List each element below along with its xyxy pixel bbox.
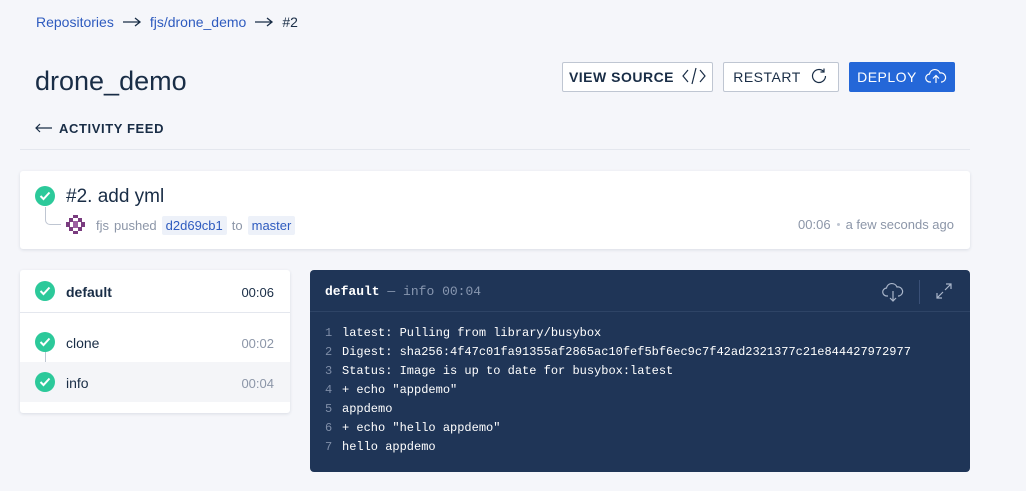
log-line: 2 Digest: sha256:4f47c01fa91355af2865ac10… <box>325 343 911 362</box>
build-when: a few seconds ago <box>845 217 954 232</box>
divider <box>20 149 970 150</box>
page-title: drone_demo <box>35 66 187 96</box>
log-stage-name: default <box>325 284 380 299</box>
activity-feed-label: ACTIVITY FEED <box>59 121 165 136</box>
log-line-number: 5 <box>325 402 333 416</box>
breadcrumb: Repositories fjs/drone_demo #2 <box>36 14 298 30</box>
branch-tag[interactable]: master <box>247 216 296 235</box>
log-line: 5 appdemo <box>325 400 911 419</box>
expand-icon[interactable] <box>935 282 953 305</box>
download-cloud-icon[interactable] <box>882 281 904 308</box>
build-title: #2. add yml <box>66 186 165 207</box>
log-line-text: + echo "hello appdemo" <box>342 421 501 435</box>
build-card <box>20 171 970 249</box>
activity-feed-back-link[interactable]: ACTIVITY FEED <box>35 121 164 136</box>
step-row-info[interactable]: info 00:04 <box>20 362 290 402</box>
log-line-text: appdemo <box>342 402 393 416</box>
build-meta: fjs pushed d2d69cb1 to master <box>96 216 296 235</box>
avatar-icon <box>66 215 85 234</box>
log-step-name: info <box>403 284 435 299</box>
commit-tag[interactable]: d2d69cb1 <box>161 216 227 235</box>
log-line-number: 7 <box>325 440 333 454</box>
log-line: 4 + echo "appdemo" <box>325 381 911 400</box>
log-duration: 00:04 <box>442 284 482 299</box>
log-line-number: 6 <box>325 421 333 435</box>
step-duration: 00:02 <box>241 336 274 351</box>
step-duration: 00:04 <box>241 376 274 391</box>
arrow-left-icon <box>35 121 53 136</box>
cloud-upload-icon <box>925 68 947 87</box>
log-line: 1 latest: Pulling from library/busybox <box>325 324 911 343</box>
log-line-text: Digest: sha256:4f47c01fa91355af2865ac10f… <box>342 345 911 359</box>
breadcrumb-repo-link[interactable]: fjs/drone_demo <box>150 14 247 30</box>
arrow-right-icon <box>254 17 274 27</box>
restart-button[interactable]: RESTART <box>723 62 839 92</box>
build-duration: 00:06 <box>798 217 831 232</box>
separator-dot <box>836 223 840 226</box>
restart-label: RESTART <box>733 69 801 85</box>
view-source-button[interactable]: VIEW SOURCE <box>562 62 713 92</box>
build-to: to <box>231 218 243 233</box>
log-line-text: + echo "appdemo" <box>342 383 458 397</box>
code-icon <box>682 67 706 88</box>
check-icon <box>35 332 55 352</box>
refresh-icon <box>809 66 829 89</box>
build-action: pushed <box>114 218 157 233</box>
stage-name: default <box>66 284 112 300</box>
log-dash: — <box>387 284 396 299</box>
deploy-label: DEPLOY <box>857 69 917 85</box>
log-line-number: 4 <box>325 383 333 397</box>
breadcrumb-current: #2 <box>282 14 298 30</box>
check-icon <box>35 186 55 206</box>
view-source-label: VIEW SOURCE <box>568 69 675 85</box>
log-header-separator <box>919 280 920 304</box>
log-line-text: Status: Image is up to date for busybox:… <box>342 364 674 378</box>
log-line: 3 Status: Image is up to date for busybox… <box>325 362 911 381</box>
log-output: 1 latest: Pulling from library/busybox 2D… <box>325 324 911 457</box>
build-author: fjs <box>96 218 109 233</box>
stage-duration: 00:06 <box>241 285 274 300</box>
log-line-number: 1 <box>325 326 333 340</box>
deploy-button[interactable]: DEPLOY <box>849 62 955 92</box>
build-connector <box>45 207 61 225</box>
step-name: clone <box>66 335 100 351</box>
log-line: 6 + echo "hello appdemo" <box>325 419 911 438</box>
log-line-text: latest: Pulling from library/busybox <box>342 326 602 340</box>
log-line-text: hello appdemo <box>342 440 436 454</box>
log-title: default — info 00:04 <box>325 284 481 299</box>
step-name: info <box>66 375 89 391</box>
build-time: 00:06 a few seconds ago <box>798 217 954 232</box>
log-line-number: 2 <box>325 345 333 359</box>
check-icon <box>35 281 55 301</box>
check-icon <box>35 372 55 392</box>
log-line-number: 3 <box>325 364 333 378</box>
breadcrumb-repositories-link[interactable]: Repositories <box>36 14 114 30</box>
arrow-right-icon <box>122 17 142 27</box>
stage-header[interactable]: default 00:06 <box>20 270 290 313</box>
step-row-clone[interactable]: clone 00:02 <box>20 322 290 362</box>
log-line: 7 hello appdemo <box>325 438 911 457</box>
